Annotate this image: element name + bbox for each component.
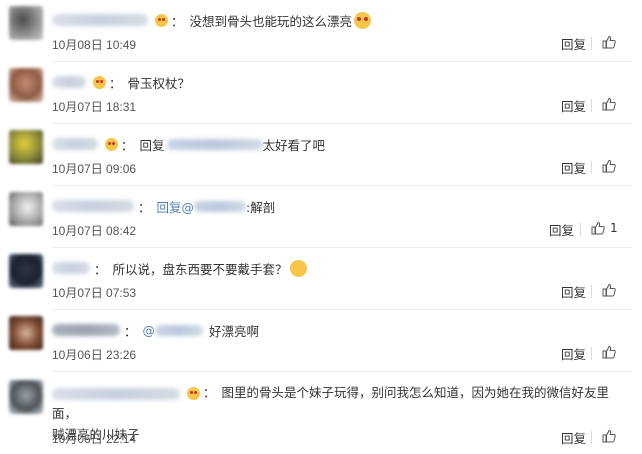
mention-redacted[interactable] <box>155 324 204 336</box>
colon-separator: ： <box>124 323 137 339</box>
comment-item: ： 所以说，盘东西要不要戴手套？ 10月07日 07:53 回复 <box>0 248 642 310</box>
comment-item: ： 没想到骨头也能玩的这么漂亮 10月08日 10:49 回复 <box>0 0 642 62</box>
comment-line: ： 骨玉权杖？ <box>52 72 190 92</box>
username-redacted[interactable] <box>52 76 86 88</box>
like-button[interactable]: 1 <box>591 219 618 237</box>
username-redacted[interactable] <box>52 200 134 212</box>
username-redacted[interactable] <box>52 387 180 400</box>
comment-timestamp: 10月06日 22:14 <box>52 432 137 446</box>
mention-redacted[interactable] <box>166 138 263 150</box>
divider <box>591 285 592 298</box>
like-button[interactable] <box>602 33 616 51</box>
comment-line: ： 所以说，盘东西要不要戴手套？ <box>52 258 310 278</box>
reply-button[interactable]: 回复 <box>561 96 586 115</box>
mention-redacted[interactable] <box>194 200 247 212</box>
avatar[interactable] <box>9 192 43 226</box>
thumbs-up-icon <box>602 345 616 359</box>
comment-line: ： @ 好漂亮啊 <box>52 320 259 340</box>
emoji-icon <box>155 13 168 27</box>
comment-text: 骨玉权杖？ <box>127 75 191 91</box>
avatar[interactable] <box>9 68 43 102</box>
thumbs-up-icon <box>602 97 616 111</box>
comment-timestamp: 10月06日 23:26 <box>52 348 137 362</box>
colon-separator: ： <box>109 75 122 91</box>
avatar[interactable] <box>9 380 43 414</box>
divider <box>591 99 592 112</box>
comment-text: 好漂亮啊 <box>209 323 260 339</box>
divider <box>591 161 592 174</box>
comment-item: ： 回复 太好看了吧 10月07日 09:06 回复 <box>0 124 642 186</box>
divider <box>591 37 592 50</box>
mention-prefix[interactable]: @ <box>143 323 156 338</box>
comment-item: ： 回复@ :解剖 10月07日 08:42 回复 1 <box>0 186 642 248</box>
comment-text-block: ：图里的骨头是个妹子玩得，别问我怎么知道，因为她在我的微信好友里面， 贼漂亮的川… <box>52 382 630 445</box>
avatar[interactable] <box>9 6 43 40</box>
divider <box>580 223 581 236</box>
comment-text: 没想到骨头也能玩的这么漂亮 <box>189 13 353 29</box>
comment-text: 所以说，盘东西要不要戴手套？ <box>112 261 288 277</box>
username-redacted[interactable] <box>52 324 120 336</box>
comment-line: ： 没想到骨头也能玩的这么漂亮 <box>52 10 374 30</box>
emoji-icon <box>187 387 200 400</box>
like-button[interactable] <box>602 281 616 299</box>
colon-separator: ： <box>203 385 216 400</box>
comment-line: ： 回复@ :解剖 <box>52 196 275 216</box>
like-button[interactable] <box>602 427 616 445</box>
reply-button[interactable]: 回复 <box>561 344 586 363</box>
like-button[interactable] <box>602 157 616 175</box>
avatar[interactable] <box>9 254 43 288</box>
heart-eyes-emoji-icon <box>354 11 372 29</box>
comment-item: ：图里的骨头是个妹子玩得，别问我怎么知道，因为她在我的微信好友里面， 贼漂亮的川… <box>0 372 642 454</box>
comment-timestamp: 10月07日 07:53 <box>52 286 137 300</box>
username-redacted[interactable] <box>52 14 148 26</box>
comment-timestamp: 10月07日 08:42 <box>52 224 137 238</box>
colon-separator: ： <box>121 137 134 153</box>
thumbs-up-icon <box>602 159 616 173</box>
comment-text: 太好看了吧 <box>262 137 326 153</box>
reply-button[interactable]: 回复 <box>549 220 574 239</box>
emoji-icon <box>93 75 106 89</box>
thumbs-up-icon <box>602 429 616 443</box>
like-button[interactable] <box>602 95 616 113</box>
reply-button[interactable]: 回复 <box>561 282 586 301</box>
like-button[interactable] <box>602 343 616 361</box>
thumbs-up-icon <box>602 35 616 49</box>
comment-item: ： @ 好漂亮啊 10月06日 23:26 回复 <box>0 310 642 372</box>
username-redacted[interactable] <box>52 138 98 150</box>
reply-button[interactable]: 回复 <box>561 428 586 447</box>
thumbs-up-icon <box>591 221 605 235</box>
comment-line: ： 回复 太好看了吧 <box>52 134 325 154</box>
divider <box>591 347 592 360</box>
divider <box>591 431 592 444</box>
comment-list: ： 没想到骨头也能玩的这么漂亮 10月08日 10:49 回复 ： 骨玉权杖？ … <box>0 0 642 454</box>
colon-separator: ： <box>94 261 107 277</box>
colon-separator: ： <box>171 13 184 29</box>
avatar[interactable] <box>9 316 43 350</box>
username-redacted[interactable] <box>52 262 90 274</box>
reply-button[interactable]: 回复 <box>561 158 586 177</box>
colon-separator: ： <box>138 199 151 215</box>
reply-prefix[interactable]: 回复@ <box>157 197 195 216</box>
reply-prefix: 回复 <box>139 137 165 153</box>
avatar[interactable] <box>9 130 43 164</box>
like-count: 1 <box>610 221 618 235</box>
comment-text: :解剖 <box>246 199 276 215</box>
reply-button[interactable]: 回复 <box>561 34 586 53</box>
comment-timestamp: 10月07日 09:06 <box>52 162 137 176</box>
comment-timestamp: 10月08日 10:49 <box>52 38 137 52</box>
comment-item: ： 骨玉权杖？ 10月07日 18:31 回复 <box>0 62 642 124</box>
emoji-icon <box>105 137 118 151</box>
thinking-emoji-icon <box>289 259 307 277</box>
comment-timestamp: 10月07日 18:31 <box>52 100 137 114</box>
thumbs-up-icon <box>602 283 616 297</box>
